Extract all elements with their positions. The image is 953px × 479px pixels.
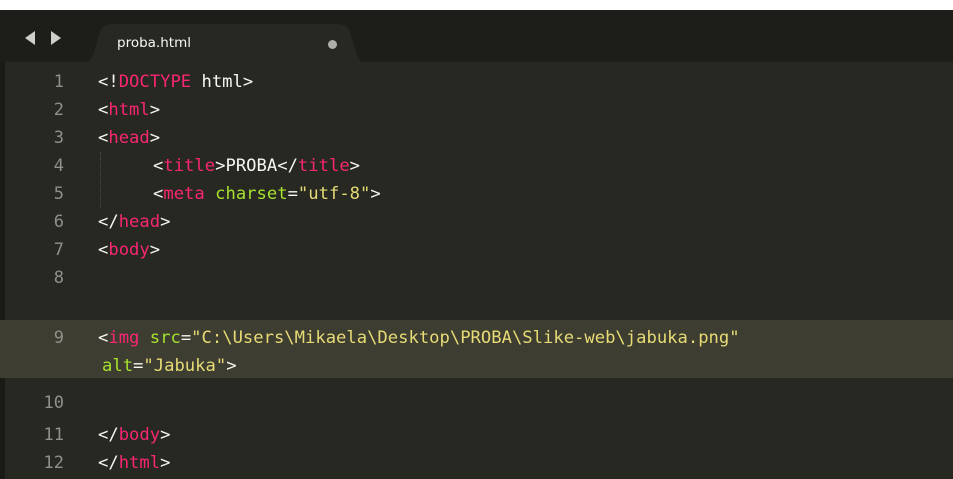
editor-window: proba.html 1 <!DOCTYPE html> 2 <html> 3 … [0, 0, 953, 479]
tag-name: body [108, 240, 150, 260]
code-text: <head> [98, 124, 160, 152]
text-content: PROBA [225, 156, 278, 176]
attribute-name: alt [102, 356, 134, 376]
code-line: 10 [0, 389, 953, 417]
tag-name: title [297, 156, 350, 176]
tag-name: head [118, 212, 161, 232]
line-number: 12 [43, 453, 64, 473]
tag-name: body [118, 425, 161, 445]
tab-title: proba.html [117, 35, 191, 51]
attribute-value: "C:\Users\Mikaela\Desktop\PROBA\Slike-we… [191, 328, 740, 348]
punctuation: < [98, 240, 109, 260]
doctype-keyword: DOCTYPE [118, 72, 192, 92]
punctuation: = [133, 356, 144, 376]
tag-name: html [118, 453, 161, 473]
code-text: <img src="C:\Users\Mikaela\Desktop\PROBA… [98, 324, 740, 352]
code-line: 1 <!DOCTYPE html> [0, 68, 953, 96]
code-line-wrapped: alt="Jabuka"> [0, 352, 953, 380]
tab-bar: proba.html [0, 10, 953, 64]
tab-proba-html[interactable]: proba.html [80, 24, 370, 64]
code-line: 7 <body> [0, 236, 953, 264]
code-line: 9 <img src="C:\Users\Mikaela\Desktop\PRO… [0, 324, 953, 352]
punctuation: > [215, 156, 226, 176]
line-number: 8 [53, 268, 64, 288]
punctuation: </ [98, 453, 119, 473]
punctuation: < [98, 128, 109, 148]
code-line: 2 <html> [0, 96, 953, 124]
punctuation: > [160, 425, 171, 445]
punctuation: > [370, 184, 381, 204]
punctuation: < [98, 100, 109, 120]
code-text: </html> [98, 449, 170, 477]
code-line: 5 <meta charset="utf-8"> [0, 180, 953, 208]
punctuation: < [98, 328, 109, 348]
punctuation: > [149, 100, 161, 120]
code-text-rest: html> [191, 72, 254, 92]
code-line: 12 </html> [0, 449, 953, 477]
unsaved-dot-icon[interactable] [328, 40, 337, 49]
tag-name: img [108, 328, 140, 348]
code-editor[interactable]: 1 <!DOCTYPE html> 2 <html> 3 <head> 4 <t… [0, 62, 953, 479]
tab-nav-arrows [22, 29, 66, 49]
line-number: 3 [53, 128, 64, 148]
code-text: <!DOCTYPE html> [98, 68, 253, 96]
attribute-name: src [149, 328, 181, 348]
punctuation: </ [98, 212, 119, 232]
tag-name: meta [163, 184, 205, 204]
code-text: <title>PROBA</title> [153, 152, 360, 180]
punctuation: = [180, 328, 192, 348]
punctuation: > [160, 453, 171, 473]
code-line: 3 <head> [0, 124, 953, 152]
code-text: <body> [98, 236, 160, 264]
attribute-value: "Jabuka" [143, 356, 227, 376]
punctuation: </ [277, 156, 298, 176]
punctuation: = [287, 184, 298, 204]
triangle-right-icon[interactable] [51, 31, 61, 45]
punctuation: < [153, 156, 164, 176]
code-text: </body> [98, 421, 170, 449]
line-number: 9 [53, 328, 64, 348]
attribute-name: charset [215, 184, 288, 204]
punctuation: > [149, 128, 161, 148]
window-top-edge [0, 0, 953, 10]
line-number: 11 [43, 425, 64, 445]
line-number: 6 [53, 212, 64, 232]
punctuation: > [226, 356, 237, 376]
punctuation: > [349, 156, 361, 176]
code-text: </head> [98, 208, 170, 236]
line-number: 2 [53, 100, 64, 120]
code-line: 11 </body> [0, 421, 953, 449]
punctuation: > [149, 240, 161, 260]
line-number: 4 [53, 156, 64, 176]
line-number: 5 [53, 184, 64, 204]
code-text: alt="Jabuka"> [102, 352, 237, 380]
punctuation: <! [98, 72, 119, 92]
line-number: 7 [53, 240, 64, 260]
code-line: 6 </head> [0, 208, 953, 236]
line-number: 10 [43, 393, 64, 413]
tag-name: html [108, 100, 150, 120]
code-line: 4 <title>PROBA</title> [0, 152, 953, 180]
punctuation: < [153, 184, 164, 204]
code-line: 8 [0, 264, 953, 292]
attribute-value: "utf-8" [297, 184, 371, 204]
triangle-left-icon[interactable] [25, 31, 35, 45]
tag-name: head [108, 128, 150, 148]
code-text: <meta charset="utf-8"> [153, 180, 381, 208]
punctuation: </ [98, 425, 119, 445]
code-text: <html> [98, 96, 160, 124]
line-number: 1 [53, 72, 64, 92]
tag-name: title [163, 156, 216, 176]
punctuation: > [160, 212, 171, 232]
